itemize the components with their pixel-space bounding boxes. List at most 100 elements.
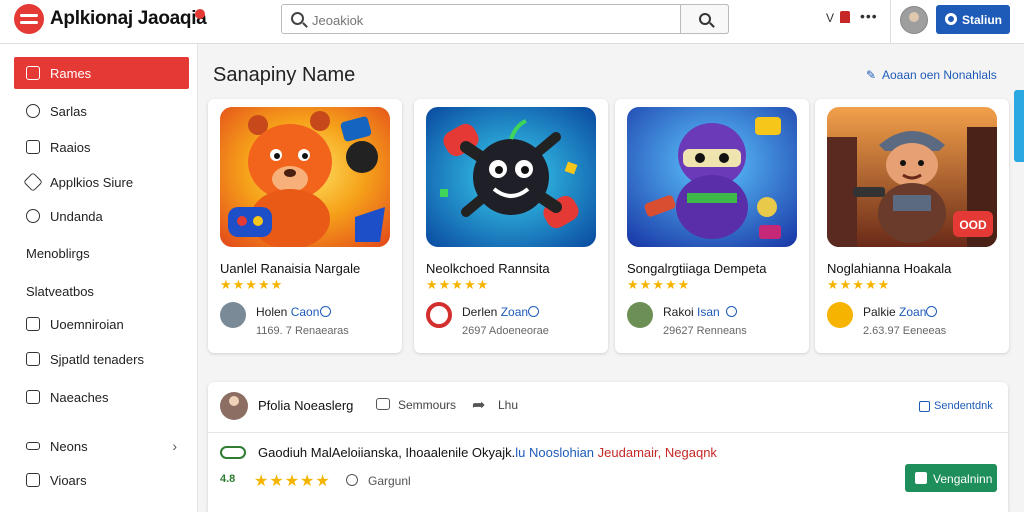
- sidebar-item-label: Uoemniroian: [50, 317, 124, 332]
- controller-icon: [915, 472, 927, 484]
- search-input[interactable]: [312, 10, 672, 30]
- game-title[interactable]: Uanlel Ranaisia Nargale: [220, 261, 360, 276]
- sidebar-item-label: Sarlas: [50, 104, 87, 119]
- sidebar-item-label: Slatveatbos: [26, 284, 94, 299]
- notification-badge: [195, 9, 205, 19]
- post-tag[interactable]: Gargunl: [368, 474, 411, 488]
- post-text-highlight[interactable]: Jeudamair,: [598, 445, 662, 460]
- panel-link[interactable]: Sendentdnk: [934, 400, 993, 412]
- sidebar-item-menoblirgs[interactable]: Menoblirgs: [14, 237, 189, 269]
- game-art-bomb[interactable]: [426, 107, 596, 247]
- avatar[interactable]: [220, 392, 248, 420]
- primary-action-button[interactable]: Vengalninn: [905, 464, 997, 492]
- post-text-main: Gaodiuh MalAeloiianska, Ihoaalenile Okya…: [258, 445, 516, 460]
- developer-prefix: Derlen: [462, 305, 498, 319]
- developer-highlight: Isan: [697, 305, 720, 319]
- review-count: 2.63.97 Eeneeas: [863, 325, 947, 337]
- sidebar-item-sarlas[interactable]: Sarlas: [14, 95, 189, 127]
- header-action-button[interactable]: Staliun: [936, 5, 1010, 34]
- more-options-icon[interactable]: •••: [860, 8, 878, 24]
- developer-highlight: Zoan: [500, 305, 529, 319]
- developer-highlight: Caon: [290, 305, 320, 319]
- sidebar-item-neons[interactable]: Neons ›: [14, 430, 189, 462]
- sidebar-item-undanda[interactable]: Undanda: [14, 200, 189, 232]
- bookmark-icon[interactable]: [919, 401, 930, 412]
- compass-icon: [26, 104, 40, 118]
- post-text-link[interactable]: lu Nooslohian: [515, 445, 594, 460]
- comment-button[interactable]: Semmours: [398, 398, 456, 412]
- phone-icon: [26, 352, 40, 366]
- developer-name[interactable]: Derlen Zoan: [462, 305, 528, 319]
- review-count: 2697 Adoeneorae: [462, 325, 549, 337]
- review-count: 29627 Renneans: [663, 325, 747, 337]
- sidebar-item-uoemniroian[interactable]: Uoemniroian: [14, 308, 189, 340]
- primary-action-label: Vengalninn: [933, 472, 993, 486]
- toggle-icon[interactable]: [220, 446, 246, 459]
- sidebar-item-sjpatld-tenaders[interactable]: Sjpatld tenaders: [14, 343, 189, 375]
- sidebar: Rames Sarlas Raaios Applkios Siure Undan…: [0, 44, 198, 512]
- avatar[interactable]: [900, 6, 928, 34]
- game-art-ninja[interactable]: [627, 107, 797, 247]
- sidebar-item-label: Naeaches: [50, 390, 109, 405]
- sidebar-item-applkios-siure[interactable]: Applkios Siure: [14, 166, 189, 198]
- sidebar-item-rames[interactable]: Rames: [14, 57, 189, 89]
- sidebar-item-raaios[interactable]: Raaios: [14, 131, 189, 163]
- user-icon[interactable]: [840, 11, 850, 23]
- post-text-highlight-2[interactable]: Negaqnk: [665, 445, 717, 460]
- post-author[interactable]: Pfolia Noeaslerg: [258, 398, 353, 413]
- brand-logo-icon[interactable]: [14, 4, 44, 34]
- sidebar-item-naeaches[interactable]: Naeaches: [14, 381, 189, 413]
- section-link[interactable]: ✎ Aoaan oen Nonahlals: [866, 68, 997, 82]
- developer-name[interactable]: Rakoi Isan: [663, 305, 720, 319]
- header-divider: [890, 0, 891, 44]
- search-icon: [699, 13, 711, 25]
- share-button[interactable]: Lhu: [498, 398, 518, 412]
- developer-name[interactable]: Palkie Zoan: [863, 305, 926, 319]
- developer-avatar[interactable]: [627, 302, 653, 328]
- square-icon: [26, 390, 40, 404]
- game-card[interactable]: Neolkchoed Rannsita ★★★★★ Derlen Zoan 26…: [414, 99, 608, 353]
- verified-icon: [926, 306, 937, 317]
- game-art-gunslinger[interactable]: OOD: [827, 107, 997, 247]
- sidebar-item-label: Rames: [50, 66, 92, 81]
- developer-prefix: Holen: [256, 305, 288, 319]
- side-drawer-tab[interactable]: [1014, 90, 1024, 162]
- developer-avatar[interactable]: [426, 302, 452, 328]
- game-art-bear[interactable]: [220, 107, 390, 247]
- search-icon: [291, 12, 304, 25]
- box-icon: [26, 140, 40, 154]
- pencil-icon: ✎: [866, 68, 877, 82]
- game-card[interactable]: Songalrgtiiaga Dempeta ★★★★★ Rakoi Isan …: [615, 99, 809, 353]
- sidebar-item-label: Neons: [50, 439, 88, 454]
- search-button[interactable]: [680, 4, 729, 34]
- sidebar-item-slatveatbos[interactable]: Slatveatbos: [14, 275, 189, 307]
- developer-prefix: Rakoi: [663, 305, 694, 319]
- developer-avatar[interactable]: [827, 302, 853, 328]
- verified-icon: [528, 306, 539, 317]
- comment-icon[interactable]: [376, 398, 390, 410]
- sidebar-item-label: Raaios: [50, 140, 91, 155]
- brand-name[interactable]: Aplkionaj Jaoaqia: [50, 8, 207, 30]
- people-icon: [26, 209, 40, 223]
- developer-highlight: Zoan: [899, 305, 927, 319]
- header-v-label[interactable]: V: [826, 11, 834, 25]
- game-card[interactable]: OOD Noglahianna Hoakala ★★★★★ Palkie Zoa…: [815, 99, 1009, 353]
- game-title[interactable]: Songalrgtiiaga Dempeta: [627, 261, 766, 276]
- game-title[interactable]: Neolkchoed Rannsita: [426, 261, 550, 276]
- developer-name[interactable]: Holen Caon: [256, 305, 319, 319]
- game-title[interactable]: Noglahianna Hoakala: [827, 261, 951, 276]
- section-title: Sanapiny Name: [213, 64, 356, 86]
- rating-stars: ★★★★★: [220, 277, 284, 292]
- tag-icon: [346, 474, 358, 486]
- divider: [208, 432, 1008, 433]
- section-link-label: Aoaan oen Nonahlals: [882, 68, 997, 82]
- game-card[interactable]: Uanlel Ranaisia Nargale ★★★★★ Holen Caon…: [208, 99, 402, 353]
- tag-icon: [23, 172, 43, 192]
- developer-avatar[interactable]: [220, 302, 246, 328]
- share-icon[interactable]: ➦: [472, 395, 485, 415]
- sidebar-item-vioars[interactable]: Vioars: [14, 464, 189, 496]
- gear-icon: [945, 13, 957, 25]
- verified-icon: [320, 306, 331, 317]
- video-icon: [26, 317, 40, 331]
- developer-prefix: Palkie: [863, 305, 896, 319]
